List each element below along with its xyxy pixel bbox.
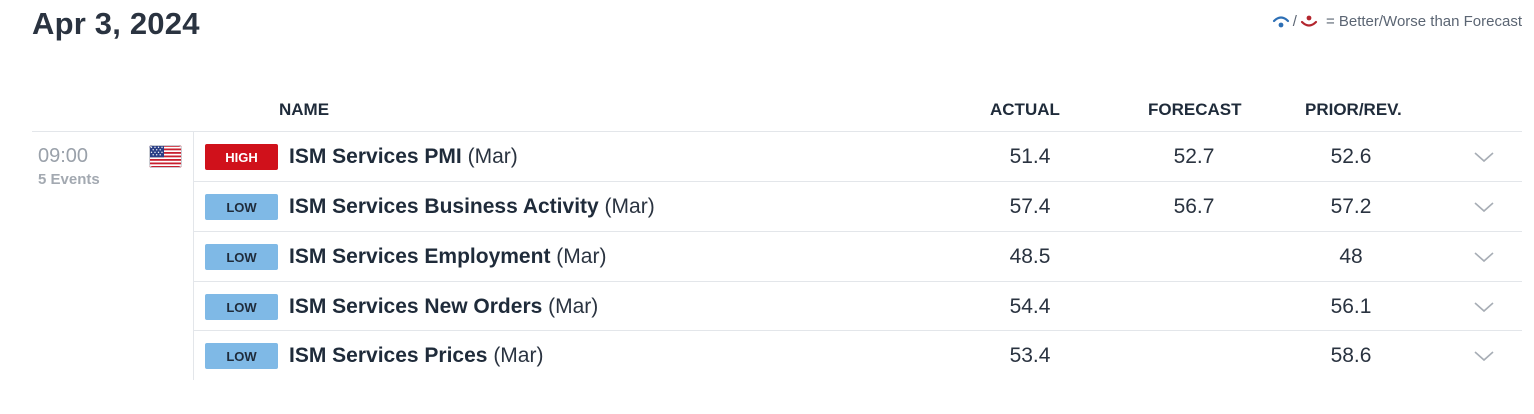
event-name[interactable]: ISM Services Business Activity (Mar) xyxy=(289,195,655,219)
actual-value: 54.4 xyxy=(1009,295,1051,318)
prior-value: 58.6 xyxy=(1330,344,1372,367)
actual-value: 53.4 xyxy=(1009,344,1051,367)
actual-value: 48.5 xyxy=(1009,245,1051,268)
calendar-date: Apr 3, 2024 xyxy=(32,6,200,41)
prior-value: 52.6 xyxy=(1330,145,1372,168)
impact-badge-low: LOW xyxy=(205,343,278,369)
chevron-down-icon[interactable] xyxy=(1474,301,1494,313)
event-time: 09:00 xyxy=(38,145,89,167)
impact-badge-low: LOW xyxy=(205,194,278,220)
forecast-legend: / = Better/Worse than Forecast xyxy=(1272,13,1522,30)
event-period: (Mar) xyxy=(604,195,655,218)
chevron-down-icon[interactable] xyxy=(1474,350,1494,362)
event-name[interactable]: ISM Services New Orders (Mar) xyxy=(289,295,598,319)
event-period: (Mar) xyxy=(467,145,518,168)
column-header-actual: ACTUAL xyxy=(990,100,1060,119)
impact-badge-high: HIGH xyxy=(205,144,278,170)
actual-value: 51.4 xyxy=(1009,145,1051,168)
event-row[interactable]: LOW ISM Services Business Activity (Mar)… xyxy=(194,182,1522,231)
event-period: (Mar) xyxy=(556,245,607,268)
event-title: ISM Services PMI xyxy=(289,145,462,168)
event-row[interactable]: LOW ISM Services Prices (Mar) 53.4 58.6 xyxy=(194,331,1522,380)
legend-slash: / xyxy=(1292,13,1297,30)
event-title: ISM Services New Orders xyxy=(289,295,543,318)
event-title: ISM Services Prices xyxy=(289,344,488,367)
event-name[interactable]: ISM Services Prices (Mar) xyxy=(289,344,543,368)
event-row[interactable]: LOW ISM Services New Orders (Mar) 54.4 5… xyxy=(194,282,1522,331)
forecast-value: 56.7 xyxy=(1173,195,1215,218)
prior-value: 57.2 xyxy=(1330,195,1372,218)
event-period: (Mar) xyxy=(548,295,599,318)
event-row[interactable]: LOW ISM Services Employment (Mar) 48.5 4… xyxy=(194,232,1522,281)
us-flag-icon xyxy=(149,145,182,168)
column-header-forecast: FORECAST xyxy=(1148,100,1242,119)
prior-value: 56.1 xyxy=(1330,295,1372,318)
column-header-name: NAME xyxy=(279,100,330,119)
event-count: 5 Events xyxy=(38,171,100,188)
event-title: ISM Services Employment xyxy=(289,245,551,268)
chevron-down-icon[interactable] xyxy=(1474,151,1494,163)
event-name[interactable]: ISM Services PMI (Mar) xyxy=(289,145,518,169)
actual-value: 57.4 xyxy=(1009,195,1051,218)
prior-value: 48 xyxy=(1339,245,1363,268)
event-row[interactable]: HIGH ISM Services PMI (Mar) 51.4 52.7 52… xyxy=(194,132,1522,181)
event-title: ISM Services Business Activity xyxy=(289,195,599,218)
legend-text: = Better/Worse than Forecast xyxy=(1325,13,1522,30)
column-header-prior: PRIOR/REV. xyxy=(1305,100,1402,119)
forecast-value: 52.7 xyxy=(1173,145,1215,168)
impact-badge-low: LOW xyxy=(205,294,278,320)
chevron-down-icon[interactable] xyxy=(1474,201,1494,213)
chevron-down-icon[interactable] xyxy=(1474,251,1494,263)
better-than-forecast-icon xyxy=(1272,14,1290,30)
worse-than-forecast-icon xyxy=(1300,14,1318,30)
event-name[interactable]: ISM Services Employment (Mar) xyxy=(289,245,606,269)
impact-badge-low: LOW xyxy=(205,244,278,270)
event-period: (Mar) xyxy=(493,344,544,367)
